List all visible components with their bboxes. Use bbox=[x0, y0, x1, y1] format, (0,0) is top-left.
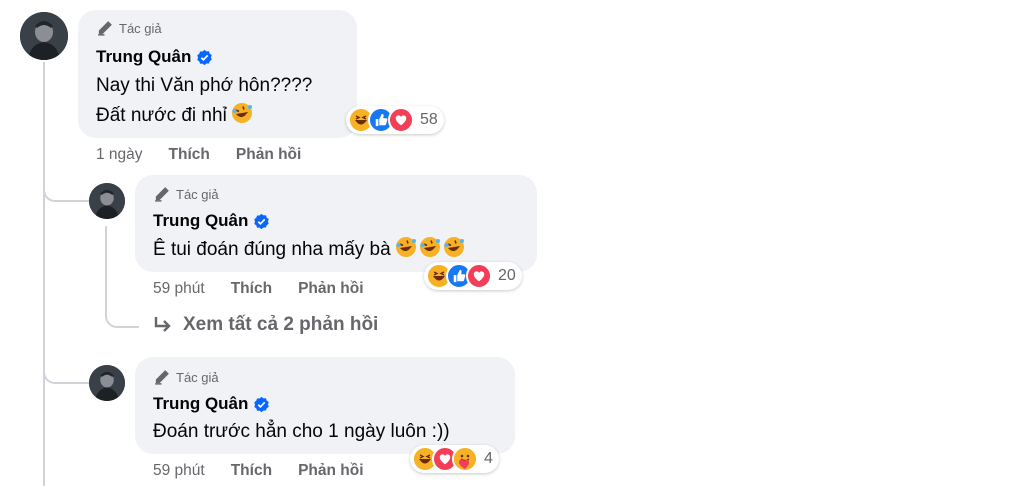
verified-badge-icon bbox=[254, 396, 270, 412]
thread-branch-see-more bbox=[105, 300, 139, 328]
comment-meta: 1 ngày Thích Phản hồi bbox=[96, 146, 327, 164]
rofl-emoji-icon bbox=[395, 236, 417, 267]
thread-branch-reply-1 bbox=[43, 180, 89, 202]
reply-arrow-icon bbox=[154, 317, 171, 332]
see-all-replies-button[interactable]: Xem tất cả 2 phản hồi bbox=[153, 314, 378, 336]
verified-badge-icon bbox=[254, 213, 270, 229]
author-name[interactable]: Trung Quân bbox=[153, 211, 270, 231]
author-tag-label: Tác giả bbox=[176, 187, 219, 202]
author-tag-label: Tác giả bbox=[119, 21, 162, 36]
reply-button[interactable]: Phản hồi bbox=[298, 280, 363, 298]
comment-text-line: Đất nước đi nhỉ bbox=[96, 101, 253, 133]
reply-button[interactable]: Phản hồi bbox=[236, 146, 301, 164]
see-all-replies-label: Xem tất cả 2 phản hồi bbox=[183, 314, 379, 335]
like-button[interactable]: Thích bbox=[169, 146, 210, 164]
author-name-label: Trung Quân bbox=[153, 394, 249, 413]
love-icon bbox=[388, 107, 414, 133]
author-tag-label: Tác giả bbox=[176, 370, 219, 385]
author-name-label: Trung Quân bbox=[153, 211, 249, 230]
avatar[interactable] bbox=[89, 365, 125, 401]
pencil-icon bbox=[155, 370, 169, 385]
reaction-count: 4 bbox=[484, 450, 493, 467]
author-name[interactable]: Trung Quân bbox=[96, 47, 213, 67]
author-name[interactable]: Trung Quân bbox=[153, 394, 270, 414]
pencil-icon bbox=[98, 21, 112, 36]
comment-text-line: Nay thi Văn phớ hôn???? bbox=[96, 75, 313, 96]
comment-meta: 59 phút Thích Phản hồi bbox=[153, 280, 390, 298]
like-button[interactable]: Thích bbox=[231, 280, 272, 298]
comment-meta: 59 phút Thích Phản hồi bbox=[153, 462, 390, 480]
thread-line-reply-1 bbox=[105, 226, 107, 306]
timestamp[interactable]: 59 phút bbox=[153, 462, 205, 480]
reaction-summary[interactable]: 20 bbox=[424, 262, 522, 290]
reaction-count: 20 bbox=[498, 267, 516, 284]
avatar[interactable] bbox=[89, 183, 125, 219]
author-name-label: Trung Quân bbox=[96, 47, 192, 66]
rofl-emoji-icon bbox=[231, 102, 253, 133]
reaction-summary[interactable]: 58 bbox=[346, 106, 444, 134]
author-tag: Tác giả bbox=[153, 186, 219, 203]
comment-text-line: Đoán trước hẳn cho 1 ngày luôn :)) bbox=[153, 421, 450, 442]
like-button[interactable]: Thích bbox=[231, 462, 272, 480]
pencil-icon bbox=[155, 187, 169, 202]
reaction-summary[interactable]: 4 bbox=[410, 445, 499, 473]
care-icon bbox=[452, 446, 478, 472]
author-tag: Tác giả bbox=[153, 369, 219, 386]
thread-branch-reply-2 bbox=[43, 362, 89, 384]
timestamp[interactable]: 59 phút bbox=[153, 280, 205, 298]
love-icon bbox=[466, 263, 492, 289]
author-tag: Tác giả bbox=[96, 20, 162, 37]
thread-line-main bbox=[43, 62, 45, 486]
timestamp[interactable]: 1 ngày bbox=[96, 146, 143, 164]
reaction-count: 58 bbox=[420, 111, 438, 128]
avatar[interactable] bbox=[20, 12, 68, 60]
comment-text-line: Ê tui đoán đúng nha mấy bà bbox=[153, 235, 465, 267]
verified-badge-icon bbox=[197, 49, 213, 65]
reply-button[interactable]: Phản hồi bbox=[298, 462, 363, 480]
